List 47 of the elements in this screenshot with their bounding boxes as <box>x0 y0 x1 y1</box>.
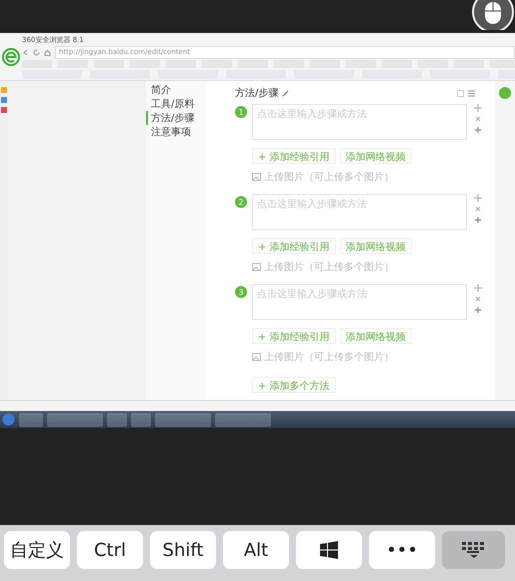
add-icon <box>474 126 482 134</box>
taskbar-item[interactable] <box>215 412 271 426</box>
taskbar-item[interactable] <box>131 412 151 426</box>
edit-icon[interactable] <box>282 90 290 96</box>
section-heading: 方法/步骤 <box>235 86 278 100</box>
close-icon <box>474 295 482 303</box>
taskbar-item[interactable] <box>19 412 43 426</box>
add-icon <box>474 306 482 314</box>
taskbar-item[interactable] <box>107 412 127 426</box>
keyboard-key[interactable]: ••• <box>369 531 435 569</box>
outline-item[interactable]: 工具/原料 <box>146 97 205 111</box>
add-icon <box>474 216 482 224</box>
keyboard-key[interactable]: 自定义 <box>4 531 70 569</box>
keyboard-key[interactable]: Shift <box>150 531 216 569</box>
outline-item[interactable]: 注意事项 <box>146 125 205 139</box>
step-number: 3 <box>235 286 247 298</box>
move-icon <box>474 284 482 292</box>
app-logo-icon <box>499 87 511 99</box>
windows-icon <box>320 541 338 559</box>
start-button-icon[interactable] <box>2 413 15 426</box>
upload-hint: 上传图片（可上传多个图片） <box>264 170 394 184</box>
step-number: 1 <box>235 106 247 118</box>
back-icon[interactable] <box>22 48 29 56</box>
close-icon <box>474 115 482 123</box>
step-number: 2 <box>235 196 247 208</box>
keyboard-icon <box>460 541 486 559</box>
close-icon <box>474 205 482 213</box>
hide-keyboard-button[interactable] <box>442 531 505 569</box>
keyboard-key[interactable]: Ctrl <box>77 531 143 569</box>
taskbar-item[interactable] <box>47 412 103 426</box>
keyboard-key[interactable]: Alt <box>223 531 289 569</box>
list-icon[interactable] <box>468 90 475 96</box>
move-icon <box>474 194 482 202</box>
upload-hint: 上传图片（可上传多个图片） <box>264 350 394 364</box>
grid-icon[interactable] <box>457 90 464 96</box>
mouse-icon <box>471 0 515 30</box>
image-icon <box>252 173 261 181</box>
move-icon <box>474 104 482 112</box>
image-icon <box>252 353 261 361</box>
windows-key[interactable] <box>296 531 362 569</box>
image-icon <box>252 263 261 271</box>
sidebar-apps-icon <box>1 87 7 113</box>
reload-icon[interactable] <box>33 48 40 56</box>
upload-hint: 上传图片（可上传多个图片） <box>264 260 394 274</box>
outline-item[interactable]: 简介 <box>146 83 205 97</box>
taskbar-item[interactable] <box>155 412 211 426</box>
home-icon[interactable] <box>44 48 51 56</box>
